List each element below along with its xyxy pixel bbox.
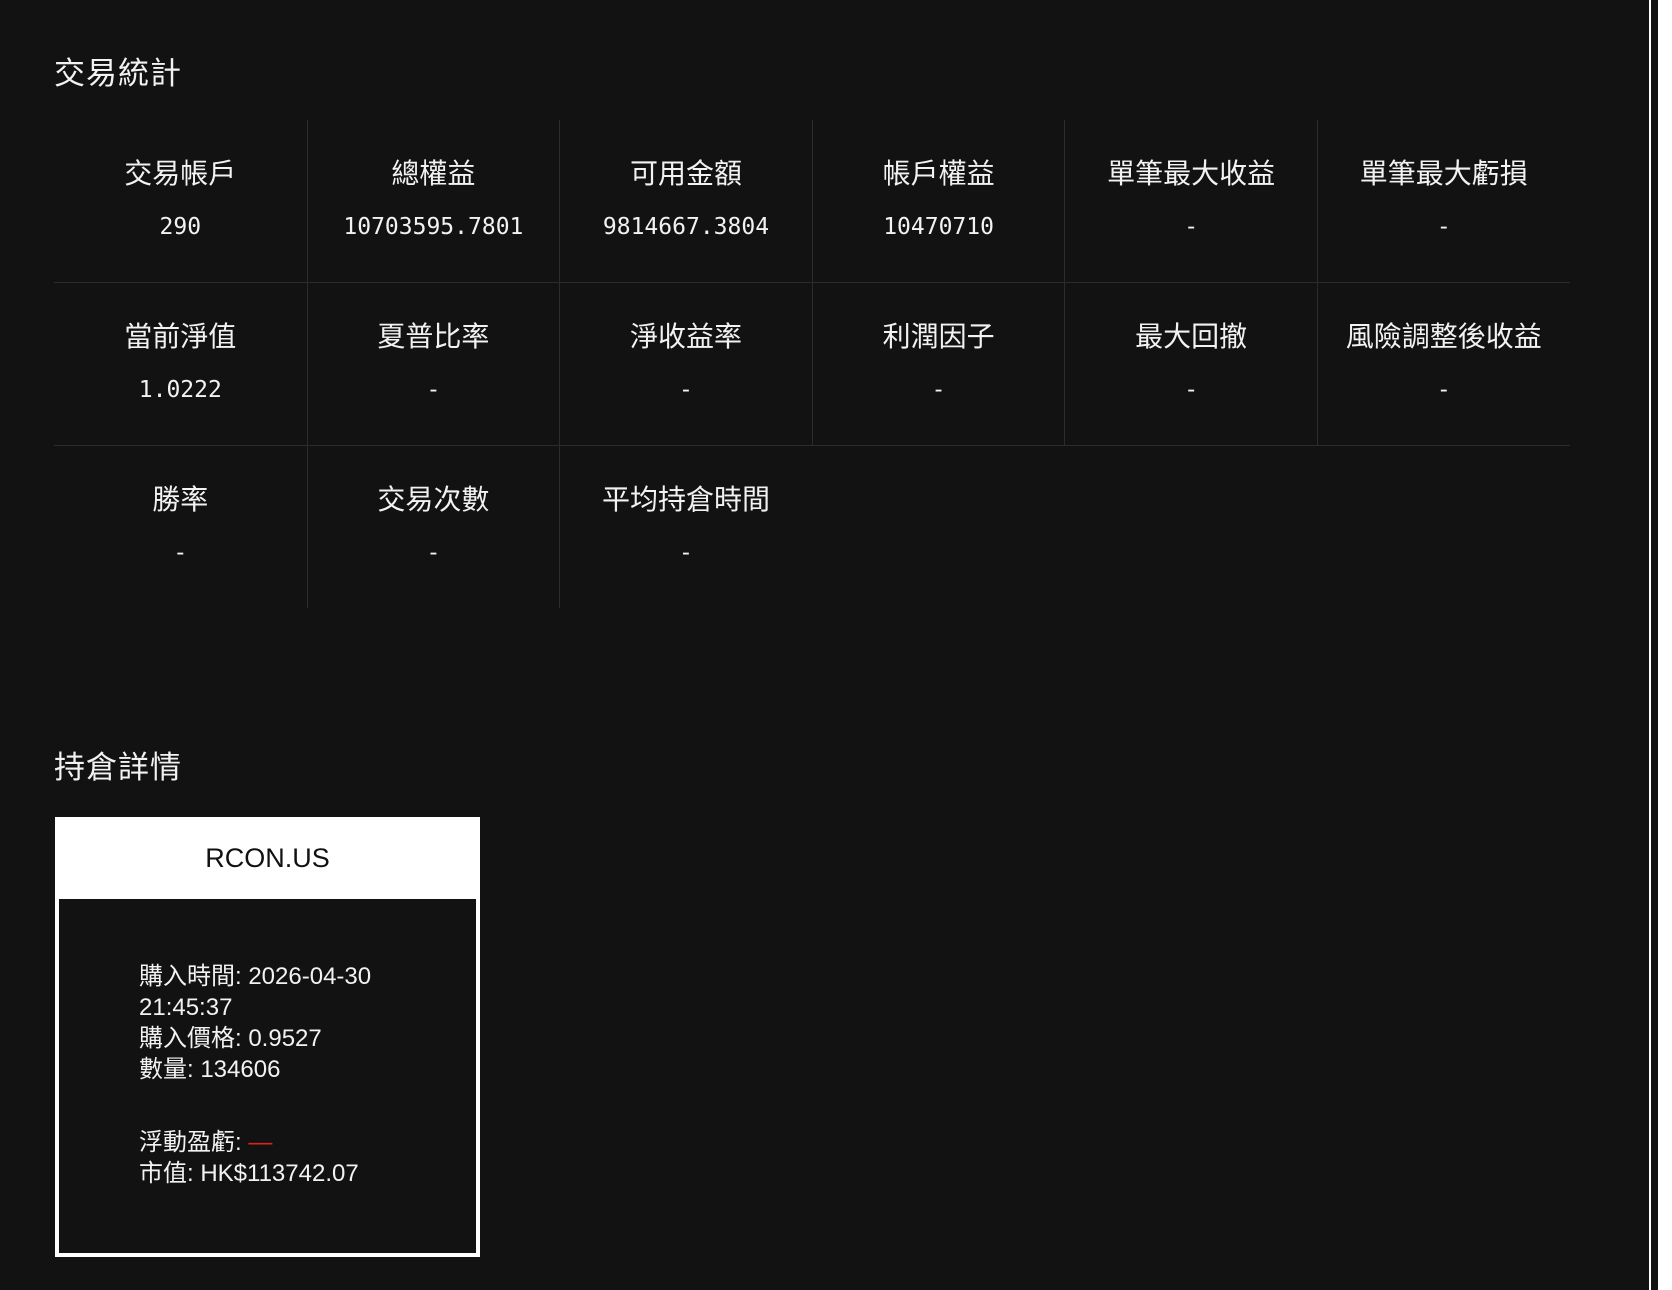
stat-label: 帳戶權益 [882, 157, 995, 190]
stat-risk-adjusted-return: 風險調整後收益 - [1316, 283, 1570, 445]
stat-label: 淨收益率 [629, 320, 742, 353]
stat-avg-holding-time: 平均持倉時間 - [559, 446, 812, 608]
stat-value: - [426, 540, 441, 566]
stat-value: - [1184, 377, 1199, 403]
floating-pnl-label: 浮動盈虧: [139, 1129, 249, 1156]
stat-value: 10703595.7801 [343, 214, 524, 240]
stat-value: 290 [159, 214, 202, 240]
stat-trade-count: 交易次數 - [306, 446, 560, 608]
stat-available-amount: 可用金額 9814667.3804 [559, 120, 812, 282]
stats-row: 交易帳戶 290 總權益 10703595.7801 可用金額 9814667.… [54, 120, 1570, 283]
buy-price: 購入價格: 0.9527 [139, 1025, 322, 1052]
stats-row: 當前淨值 1.0222 夏普比率 - 淨收益率 - 利潤因子 - 最大回撤 - … [54, 283, 1570, 446]
stat-label: 單筆最大收益 [1107, 157, 1276, 190]
stat-max-drawdown: 最大回撤 - [1064, 283, 1317, 445]
position-card[interactable]: RCON.US 購入時間: 2026-04-30 21:45:37 購入價格: … [55, 817, 480, 1257]
floating-pnl-value: — [248, 1129, 273, 1156]
stat-label: 利潤因子 [882, 320, 995, 353]
stat-value: - [1436, 214, 1451, 240]
stat-value: - [679, 540, 693, 566]
position-details-title: 持倉詳情 [54, 750, 182, 786]
stat-label: 最大回撤 [1135, 320, 1248, 353]
stat-label: 風險調整後收益 [1345, 320, 1542, 353]
stats-grid: 交易帳戶 290 總權益 10703595.7801 可用金額 9814667.… [54, 120, 1570, 608]
stat-label: 當前淨值 [124, 320, 237, 353]
stat-value: - [426, 377, 441, 403]
position-card-body: 購入時間: 2026-04-30 21:45:37 購入價格: 0.9527 數… [59, 899, 476, 1253]
scrollbar-rail[interactable] [1651, 0, 1658, 1290]
stat-label: 交易次數 [377, 483, 490, 516]
page: 交易統計 交易帳戶 290 總權益 10703595.7801 可用金額 981… [0, 0, 1649, 1290]
position-symbol: RCON.US [205, 842, 330, 873]
stat-value: 10470710 [883, 214, 994, 240]
stat-sharpe-ratio: 夏普比率 - [306, 283, 560, 445]
stat-value: - [1436, 377, 1451, 403]
stat-win-rate: 勝率 - [54, 446, 307, 608]
stat-net-return: 淨收益率 - [559, 283, 812, 445]
stat-label: 夏普比率 [377, 320, 490, 353]
stat-value: 9814667.3804 [602, 214, 770, 240]
buy-time: 購入時間: 2026-04-30 21:45:37 [139, 963, 372, 1021]
stat-account-equity: 帳戶權益 10470710 [811, 120, 1065, 282]
floating-pnl: 浮動盈虧: — [139, 1127, 476, 1158]
stat-value: - [1184, 214, 1199, 240]
stat-value: - [173, 540, 188, 566]
stat-value: - [679, 377, 693, 403]
stat-label: 單筆最大虧損 [1359, 157, 1528, 190]
stats-row: 勝率 - 交易次數 - 平均持倉時間 - [54, 446, 1570, 608]
stat-value: 1.0222 [138, 377, 222, 403]
stat-label: 平均持倉時間 [601, 483, 770, 516]
market-value: 市值: HK$113742.07 [139, 1160, 359, 1187]
stat-profit-factor: 利潤因子 - [811, 283, 1065, 445]
stat-label: 可用金額 [629, 157, 742, 190]
stat-label: 總權益 [391, 157, 476, 190]
stat-max-single-profit: 單筆最大收益 - [1064, 120, 1317, 282]
stat-label: 交易帳戶 [124, 157, 237, 190]
stat-label: 勝率 [152, 483, 209, 516]
stat-current-nav: 當前淨值 1.0222 [54, 283, 307, 445]
quantity: 數量: 134606 [139, 1056, 281, 1083]
trading-stats-title: 交易統計 [54, 56, 182, 92]
stat-total-equity: 總權益 10703595.7801 [306, 120, 560, 282]
stat-value: - [931, 377, 946, 403]
stat-trading-account: 交易帳戶 290 [54, 120, 307, 282]
stat-max-single-loss: 單筆最大虧損 - [1316, 120, 1570, 282]
